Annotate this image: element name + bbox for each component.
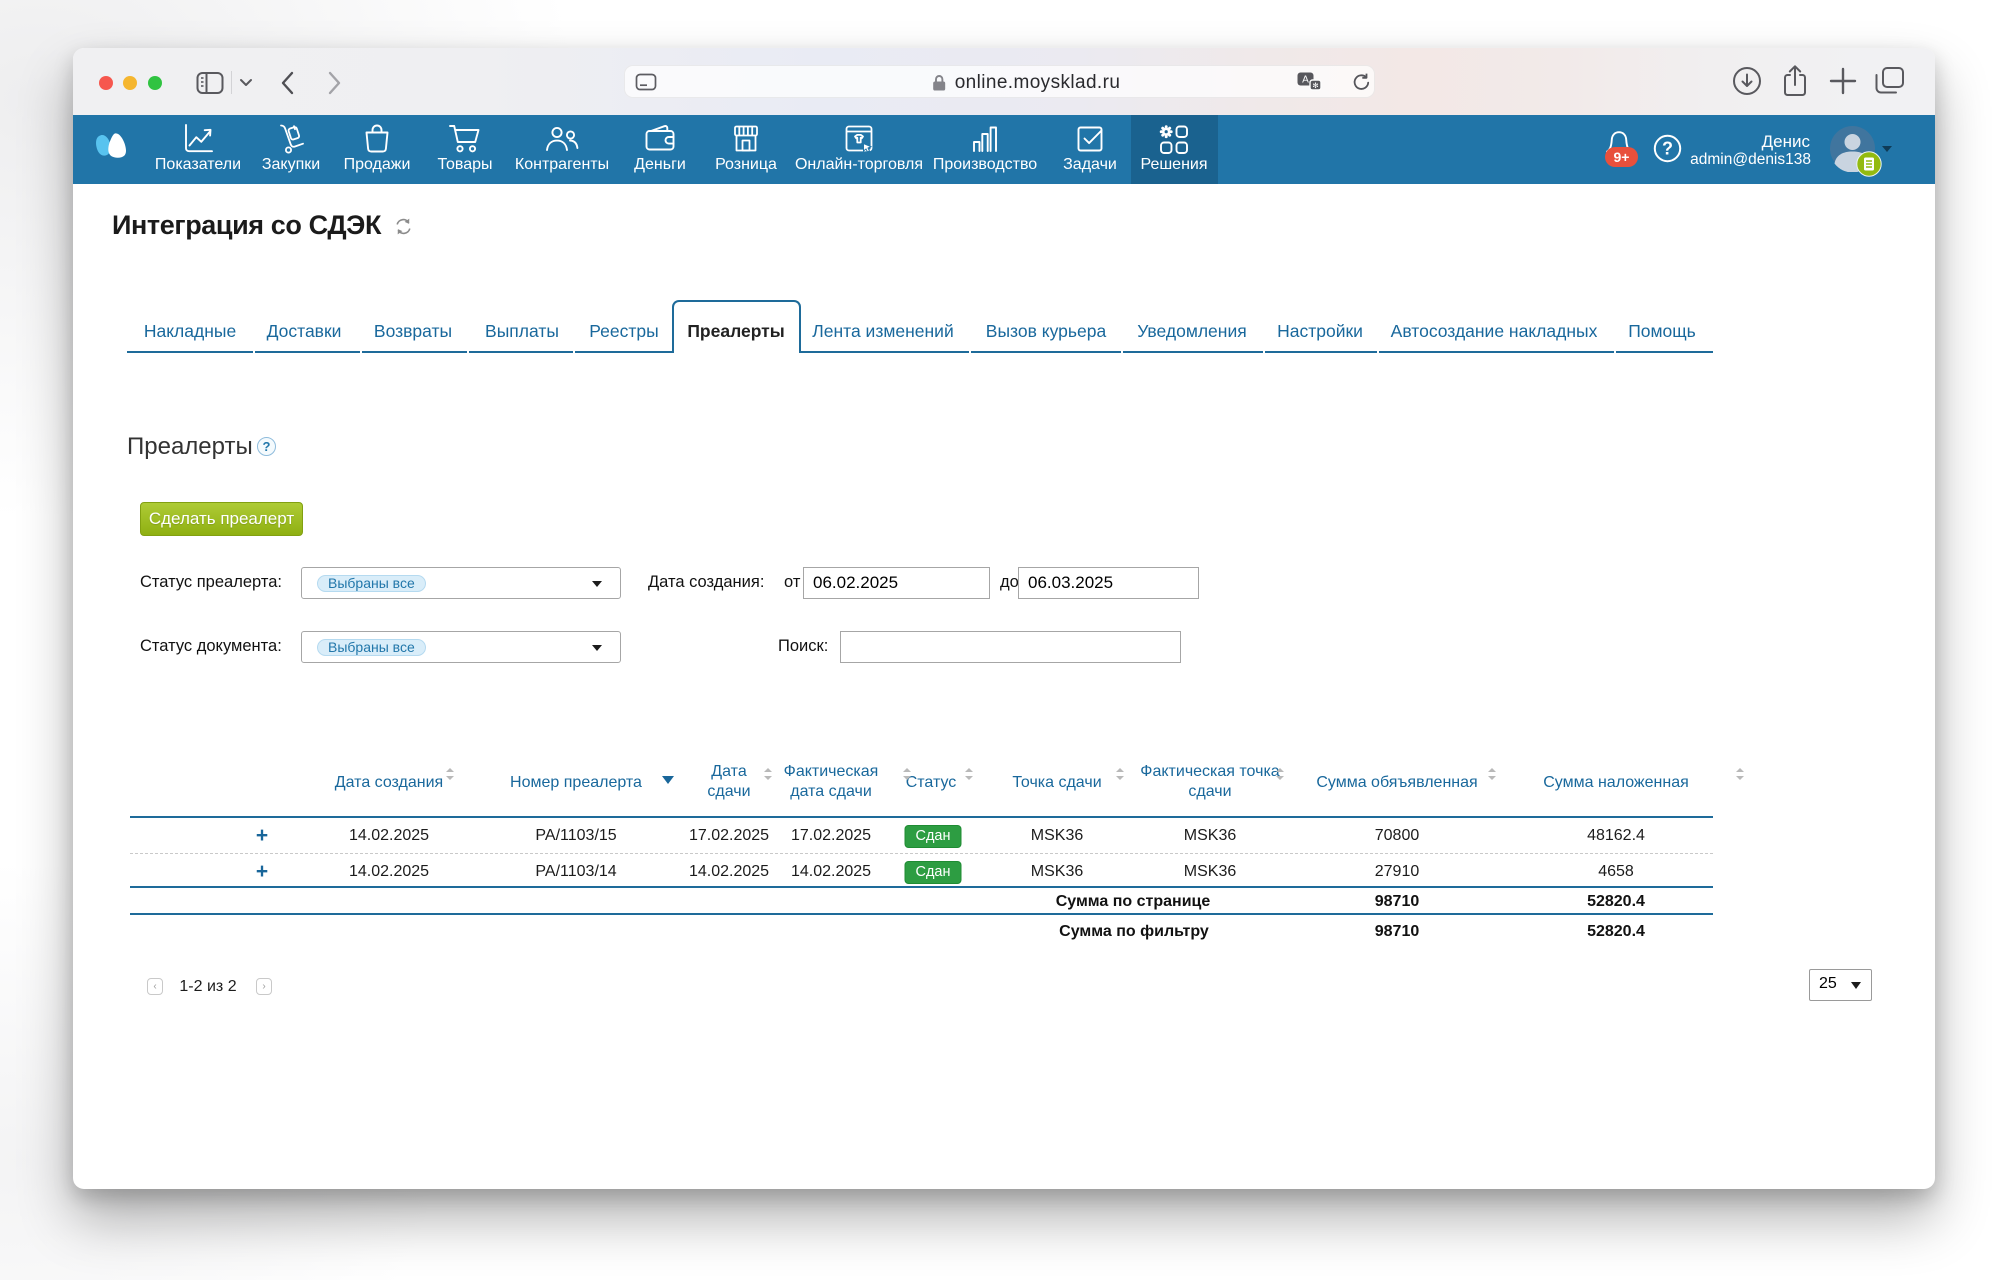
svg-text:A: A [1302,75,1309,86]
svg-text:?: ? [1662,139,1673,159]
svg-text:✻: ✻ [1312,81,1319,90]
